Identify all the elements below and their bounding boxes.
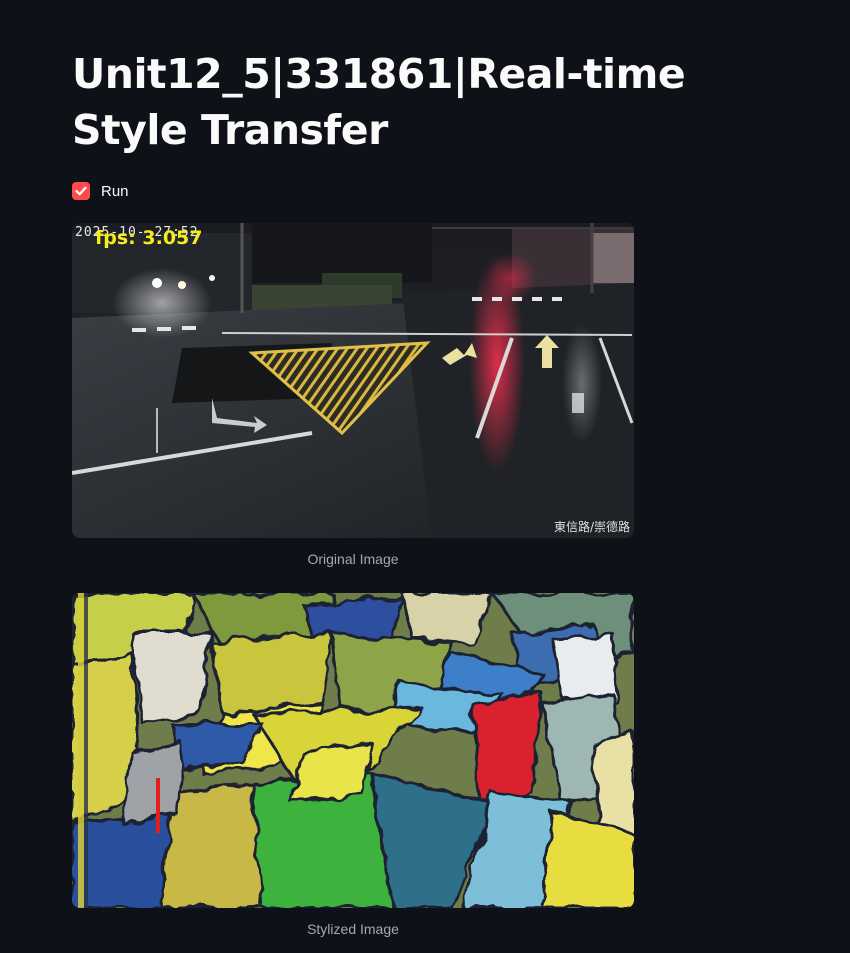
- original-image-caption: Original Image: [307, 551, 399, 567]
- stylized-image-caption: Stylized Image: [307, 921, 399, 937]
- fps-overlay: fps: 3.057: [95, 227, 203, 249]
- run-checkbox-label[interactable]: Run: [101, 183, 129, 200]
- app-main: Unit12_5|331861|Real-time Style Transfer…: [0, 0, 850, 953]
- stylized-image: [72, 593, 634, 908]
- page-title: Unit12_5|331861|Real-time Style Transfer: [72, 50, 686, 154]
- original-image: 2025-10- 27:52 fps: 3.057 東信路/崇德路: [72, 223, 634, 538]
- checkbox-checked-icon[interactable]: [72, 182, 90, 200]
- run-checkbox[interactable]: Run: [72, 181, 129, 201]
- camera-location-label: 東信路/崇德路: [553, 520, 630, 534]
